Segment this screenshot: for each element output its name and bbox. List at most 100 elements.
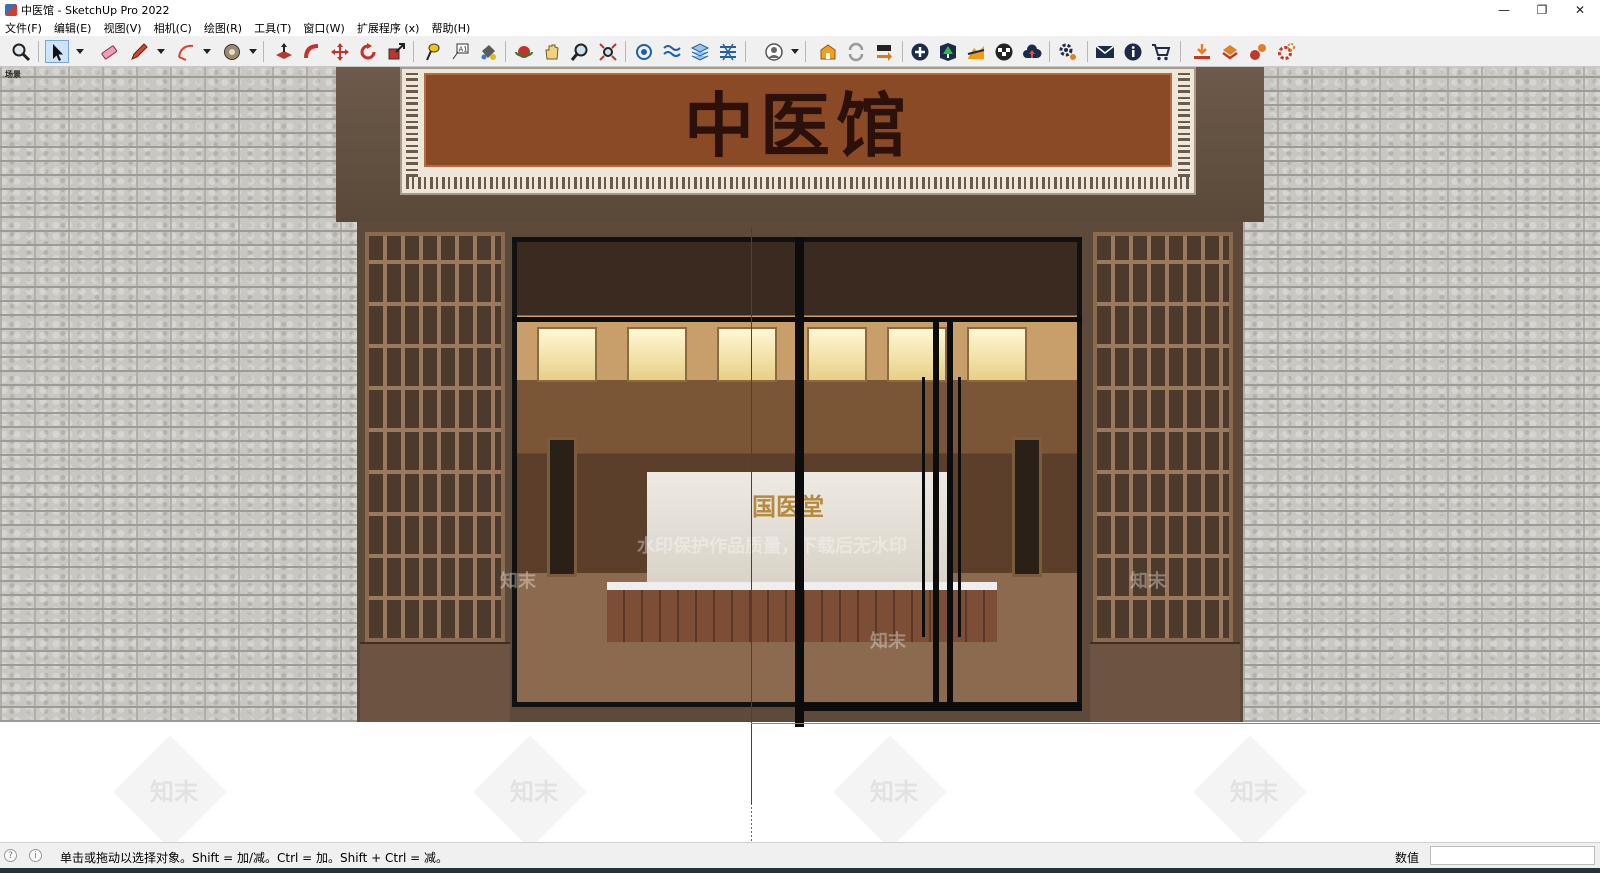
menu-draw[interactable]: 绘图(R) <box>204 20 242 36</box>
status-bar: ? i 单击或拖动以选择对象。Shift = 加/减。Ctrl = 加。Shif… <box>0 842 1600 868</box>
drawing-viewport[interactable]: 场景 中医馆 国医堂 水印保护作品质量，下载后无水印 知末 知末 知末 知末 知… <box>0 67 1600 842</box>
extension-down-icon[interactable] <box>1190 40 1214 63</box>
green-axis-dotted <box>751 804 752 842</box>
menu-view[interactable]: 视图(V) <box>103 20 141 36</box>
plinth-right <box>1090 642 1240 722</box>
watermark-text: 知末 <box>870 631 906 652</box>
couplet-left <box>547 437 577 577</box>
watermark-text: 知末 <box>510 778 558 806</box>
watermark-text: 知末 <box>1230 778 1278 806</box>
ceiling-light <box>717 327 777 382</box>
tape-measure-icon[interactable] <box>220 40 244 63</box>
styles-icon[interactable] <box>716 40 740 63</box>
section-plane-icon[interactable] <box>660 40 684 63</box>
blue-axis-line <box>751 227 752 804</box>
checker-icon[interactable] <box>992 40 1016 63</box>
plinth-left <box>360 642 510 722</box>
pencil-dropdown-arrow[interactable] <box>157 49 165 54</box>
menu-extensions[interactable]: 扩展程序 (x) <box>357 20 420 36</box>
door-handle <box>958 377 961 637</box>
measurements-input[interactable] <box>1430 846 1595 865</box>
cart-icon[interactable] <box>1149 40 1173 63</box>
extension-gear-icon[interactable] <box>1274 40 1298 63</box>
tree-icon[interactable] <box>936 40 960 63</box>
help-info-icon[interactable]: i <box>29 849 42 862</box>
zoom-icon[interactable] <box>568 40 592 63</box>
watermark-text: 知末 <box>870 778 918 806</box>
warehouse-icon[interactable] <box>816 40 840 63</box>
orbit-icon[interactable] <box>512 40 536 63</box>
ceiling-light <box>627 327 687 382</box>
settings-icon[interactable] <box>1056 40 1080 63</box>
layers-icon[interactable] <box>688 40 712 63</box>
push-pull-icon[interactable] <box>272 40 296 63</box>
geolocation-icon[interactable]: ? <box>4 849 17 862</box>
ground-edge-line <box>751 723 1600 724</box>
position-camera-icon[interactable] <box>420 40 444 63</box>
zoom-window-icon[interactable] <box>9 40 33 63</box>
sketchup-logo-icon <box>5 4 17 16</box>
signboard-panel: 中医馆 <box>424 73 1172 167</box>
window-title: 中医馆 - SketchUp Pro 2022 <box>21 4 170 17</box>
signboard-text: 中医馆 <box>684 83 912 167</box>
door-stile <box>947 322 953 707</box>
account-icon[interactable] <box>762 40 786 63</box>
tape-dropdown-arrow[interactable] <box>249 49 257 54</box>
menu-edit[interactable]: 编辑(E) <box>54 20 92 36</box>
menu-camera[interactable]: 相机(C) <box>154 20 192 36</box>
menu-file[interactable]: 文件(F) <box>5 20 42 36</box>
paint-bucket-icon[interactable] <box>476 40 500 63</box>
eraser-icon[interactable] <box>97 40 121 63</box>
measurements-label: 数值 <box>1395 851 1420 865</box>
scene-tab-label[interactable]: 场景 <box>5 69 21 80</box>
info-icon[interactable] <box>1121 40 1145 63</box>
menu-window[interactable]: 窗口(W) <box>303 20 344 36</box>
component-icon[interactable] <box>632 40 656 63</box>
account-dropdown-arrow[interactable] <box>791 49 799 54</box>
rotate-icon[interactable] <box>356 40 380 63</box>
main-toolbar: A1 <box>0 36 1600 67</box>
move-icon[interactable] <box>328 40 352 63</box>
sandbox-icon[interactable] <box>964 40 988 63</box>
door-handle <box>922 377 925 637</box>
lattice-screen-left <box>365 232 505 642</box>
brick-wall-right <box>1243 67 1600 722</box>
svg-text:A1: A1 <box>459 45 468 53</box>
pan-icon[interactable] <box>540 40 564 63</box>
close-button[interactable]: ✕ <box>1558 0 1600 20</box>
door-mullion <box>795 237 804 727</box>
extension-tools-icon[interactable] <box>1246 40 1270 63</box>
arc-icon[interactable] <box>174 40 198 63</box>
follow-me-icon[interactable] <box>300 40 324 63</box>
transom-bar <box>512 317 1082 322</box>
ceiling-light <box>807 327 867 382</box>
title-bar: 中医馆 - SketchUp Pro 2022 — ❐ ✕ <box>0 0 1600 20</box>
cloud-upload-icon[interactable] <box>1020 40 1044 63</box>
watermark-text: 知末 <box>150 778 198 806</box>
select-icon[interactable] <box>45 40 69 63</box>
zoom-extents-icon[interactable] <box>596 40 620 63</box>
door-stile <box>933 322 939 707</box>
couplet-right <box>1012 437 1042 577</box>
mail-icon[interactable] <box>1093 40 1117 63</box>
watermark-text: 知末 <box>500 571 536 592</box>
send-icon[interactable] <box>872 40 896 63</box>
reception-title: 国医堂 <box>752 492 824 521</box>
brick-wall-left <box>0 67 357 722</box>
select-dropdown-arrow[interactable] <box>76 49 84 54</box>
ceiling-light <box>967 327 1027 382</box>
status-hint: 单击或拖动以选择对象。Shift = 加/减。Ctrl = 加。Shift + … <box>60 851 449 865</box>
text-icon[interactable]: A1 <box>448 40 472 63</box>
menu-help[interactable]: 帮助(H) <box>431 20 470 36</box>
watermark-notice: 水印保护作品质量，下载后无水印 <box>637 536 907 557</box>
add-icon[interactable] <box>908 40 932 63</box>
scale-icon[interactable] <box>384 40 408 63</box>
watermark-text: 知末 <box>1130 571 1166 592</box>
arc-dropdown-arrow[interactable] <box>203 49 211 54</box>
sync-icon[interactable] <box>844 40 868 63</box>
pencil-icon[interactable] <box>127 40 151 63</box>
door-threshold <box>800 703 1082 711</box>
menu-tools[interactable]: 工具(T) <box>254 20 291 36</box>
extension-shield-icon[interactable] <box>1218 40 1242 63</box>
taskbar-strip <box>0 868 1600 873</box>
